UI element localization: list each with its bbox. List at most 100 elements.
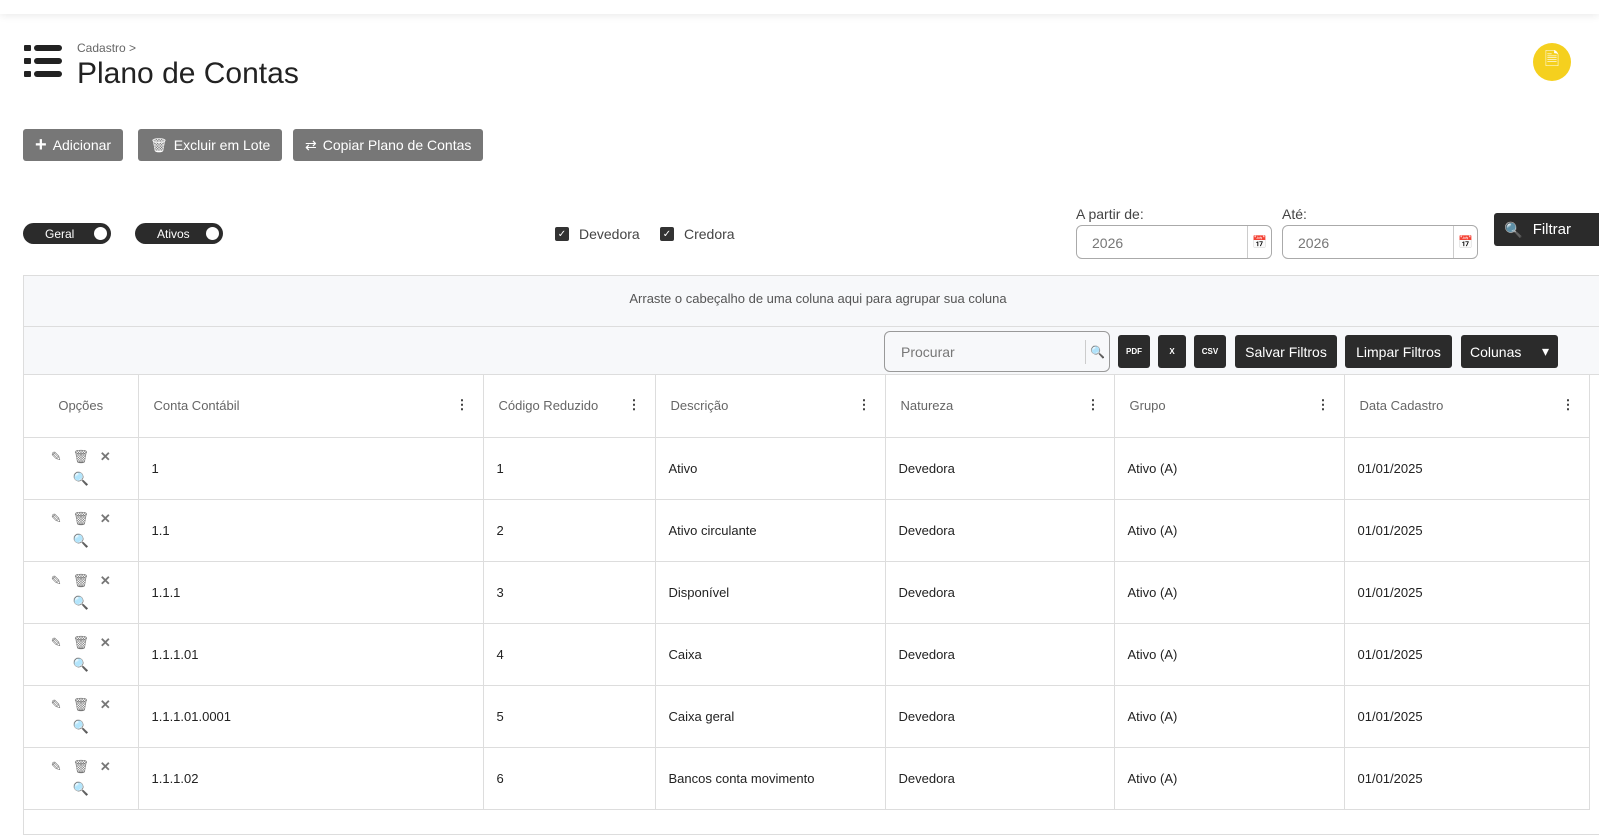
table-cell: 5 xyxy=(483,685,656,748)
date-from-input[interactable]: 2026 📅 xyxy=(1076,225,1272,259)
column-menu-icon[interactable]: ⋮ xyxy=(1562,397,1575,413)
save-filters-button[interactable]: Salvar Filtros xyxy=(1235,335,1337,368)
export-csv-button[interactable]: CSV xyxy=(1194,335,1226,368)
search-input[interactable]: Procurar 🔍 xyxy=(884,331,1110,372)
group-panel[interactable]: Arraste o cabeçalho de uma coluna aqui p… xyxy=(24,276,1599,327)
table-cell: Ativo (A) xyxy=(1114,623,1345,686)
add-button[interactable]: + Adicionar xyxy=(23,129,124,161)
table-row[interactable]: ✎ 🗑 ✕ 🔍 1.1 2 Ativo circulante Devedora Ativo … xyxy=(24,499,1590,562)
close-icon[interactable]: ✕ xyxy=(100,573,111,588)
column-menu-icon[interactable]: ⋮ xyxy=(628,397,641,413)
export-excel-button[interactable]: X xyxy=(1158,335,1186,368)
date-to-label: Até: xyxy=(1282,206,1307,222)
export-pdf-button[interactable]: PDF xyxy=(1118,335,1150,368)
plus-icon: + xyxy=(35,133,47,156)
table-cell: 01/01/2025 xyxy=(1344,685,1590,748)
column-header[interactable]: Data Cadastro ⋮ xyxy=(1344,375,1590,438)
table-cell: 1.1 xyxy=(138,499,484,562)
table-row[interactable]: ✎ 🗑 ✕ 🔍 1.1.1.02 6 Bancos conta movimento Dev… xyxy=(24,747,1590,810)
column-header[interactable]: Código Reduzido ⋮ xyxy=(483,375,656,438)
batch-delete-button[interactable]: 🗑 Excluir em Lote xyxy=(138,129,283,161)
calendar-icon[interactable]: 📅 xyxy=(1247,226,1271,258)
copy-chart-button[interactable]: ⇄ Copiar Plano de Contas xyxy=(293,129,484,161)
column-header[interactable]: Conta Contábil ⋮ xyxy=(138,375,484,438)
search-icon[interactable]: 🔍 xyxy=(73,719,89,734)
accounts-table: Opções Conta Contábil ⋮ Código Reduzido ⋮ Des… xyxy=(24,375,1590,810)
column-menu-icon[interactable]: ⋮ xyxy=(858,397,871,413)
trash-icon[interactable]: 🗑 xyxy=(72,511,89,526)
swap-icon: ⇄ xyxy=(305,136,317,153)
table-cell: 1.1.1.01 xyxy=(138,623,484,686)
date-to-input[interactable]: 2026 📅 xyxy=(1282,225,1478,259)
checkbox-credora[interactable]: ✓ Credora xyxy=(660,226,735,242)
check-icon[interactable]: ✓ xyxy=(660,227,674,241)
search-icon[interactable]: 🔍 xyxy=(73,595,89,610)
edit-icon[interactable]: ✎ xyxy=(51,635,62,650)
table-cell: 01/01/2025 xyxy=(1344,499,1590,562)
column-menu-icon[interactable]: ⋮ xyxy=(1317,397,1330,413)
search-icon[interactable]: 🔍 xyxy=(73,657,89,672)
trash-icon[interactable]: 🗑 xyxy=(72,759,89,774)
table-cell: Ativo xyxy=(655,437,886,500)
breadcrumb-cadastro[interactable]: Cadastro xyxy=(77,41,126,55)
table-cell: Devedora xyxy=(885,437,1115,500)
close-icon[interactable]: ✕ xyxy=(100,697,111,712)
trash-icon[interactable]: 🗑 xyxy=(72,697,89,712)
table-cell: Devedora xyxy=(885,685,1115,748)
check-icon[interactable]: ✓ xyxy=(555,227,569,241)
table-cell: 1 xyxy=(138,437,484,500)
edit-icon[interactable]: ✎ xyxy=(51,697,62,712)
table-cell: 1.1.1 xyxy=(138,561,484,624)
edit-icon[interactable]: ✎ xyxy=(51,449,62,464)
caret-down-icon: ▾ xyxy=(1541,343,1549,359)
trash-icon[interactable]: 🗑 xyxy=(72,449,89,464)
data-grid: Arraste o cabeçalho de uma coluna aqui p… xyxy=(23,275,1599,835)
search-icon[interactable]: 🔍 xyxy=(73,533,89,548)
edit-icon[interactable]: ✎ xyxy=(51,511,62,526)
column-header[interactable]: Grupo ⋮ xyxy=(1114,375,1345,438)
table-cell: Ativo (A) xyxy=(1114,561,1345,624)
close-icon[interactable]: ✕ xyxy=(100,635,111,650)
close-icon[interactable]: ✕ xyxy=(100,449,111,464)
search-icon[interactable]: 🔍 xyxy=(1085,340,1109,364)
edit-icon[interactable]: ✎ xyxy=(51,573,62,588)
toggle-geral[interactable]: Geral xyxy=(23,223,111,244)
document-icon[interactable]: 🗎 xyxy=(1533,43,1571,81)
checkbox-devedora[interactable]: ✓ Devedora xyxy=(555,226,640,242)
trash-icon[interactable]: 🗑 xyxy=(72,635,89,650)
search-icon[interactable]: 🔍 xyxy=(73,471,89,486)
table-cell: 01/01/2025 xyxy=(1344,747,1590,810)
table-cell: Devedora xyxy=(885,623,1115,686)
toggle-ativos[interactable]: Ativos xyxy=(135,223,223,244)
search-icon[interactable]: 🔍 xyxy=(73,781,89,796)
column-menu-icon[interactable]: ⋮ xyxy=(1087,397,1100,413)
table-row[interactable]: ✎ 🗑 ✕ 🔍 1.1.1.01.0001 5 Caixa geral Devedora A… xyxy=(24,685,1590,748)
row-options: ✎ 🗑 ✕ 🔍 xyxy=(24,561,139,624)
column-header[interactable]: Opções xyxy=(24,375,139,438)
calendar-icon[interactable]: 📅 xyxy=(1453,226,1477,258)
table-row[interactable]: ✎ 🗑 ✕ 🔍 1 1 Ativo Devedora Ativo (A) 01/01/2025 xyxy=(24,437,1590,500)
table-cell: 01/01/2025 xyxy=(1344,623,1590,686)
column-header[interactable]: Descrição ⋮ xyxy=(655,375,886,438)
table-row[interactable]: ✎ 🗑 ✕ 🔍 1.1.1.01 4 Caixa Devedora Ativo (A) 01/… xyxy=(24,623,1590,686)
row-options: ✎ 🗑 ✕ 🔍 xyxy=(24,437,139,500)
table-cell: Ativo (A) xyxy=(1114,747,1345,810)
edit-icon[interactable]: ✎ xyxy=(51,759,62,774)
grid-toolbar: Procurar 🔍 PDF X CSV Salvar Filtros Limpa… xyxy=(24,327,1599,375)
table-cell: 1.1.1.01.0001 xyxy=(138,685,484,748)
close-icon[interactable]: ✕ xyxy=(100,511,111,526)
row-options: ✎ 🗑 ✕ 🔍 xyxy=(24,499,139,562)
breadcrumb[interactable]: Cadastro > xyxy=(77,41,136,55)
trash-icon[interactable]: 🗑 xyxy=(72,573,89,588)
column-menu-icon[interactable]: ⋮ xyxy=(456,397,469,413)
column-header[interactable]: Natureza ⋮ xyxy=(885,375,1115,438)
close-icon[interactable]: ✕ xyxy=(100,759,111,774)
table-cell: Ativo (A) xyxy=(1114,437,1345,500)
columns-dropdown[interactable]: Colunas ▾ xyxy=(1461,335,1558,368)
clear-filters-button[interactable]: Limpar Filtros xyxy=(1345,335,1452,368)
row-options: ✎ 🗑 ✕ 🔍 xyxy=(24,747,139,810)
filter-button[interactable]: 🔍 Filtrar xyxy=(1494,213,1599,246)
table-row[interactable]: ✎ 🗑 ✕ 🔍 1.1.1 3 Disponível Devedora Ativo (A) 0… xyxy=(24,561,1590,624)
table-cell: Bancos conta movimento xyxy=(655,747,886,810)
table-cell: Caixa xyxy=(655,623,886,686)
